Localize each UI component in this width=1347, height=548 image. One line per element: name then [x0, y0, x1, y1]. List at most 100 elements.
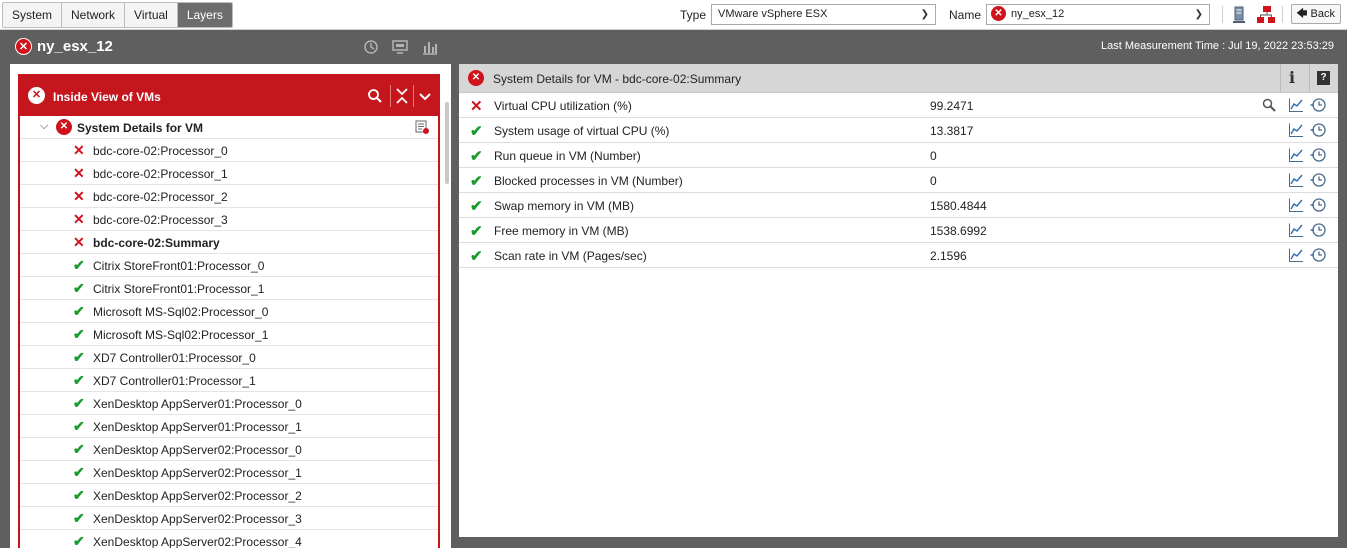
search-icon[interactable]: [366, 87, 384, 105]
metric-value: 1580.4844: [930, 199, 987, 213]
details-header: ✕ System Details for VM - bdc-core-02:Su…: [459, 64, 1338, 93]
ok-check-icon: ✔: [73, 349, 85, 365]
critical-status-icon: ✕: [15, 38, 32, 55]
divider: [413, 85, 414, 107]
divider: [390, 85, 391, 107]
list-item-label: XenDesktop AppServer02:Processor_0: [93, 443, 302, 457]
line-graph-icon[interactable]: [1288, 172, 1304, 188]
critical-status-icon: ✕: [468, 70, 484, 86]
right-gutter: [1339, 64, 1347, 537]
metric-name: System usage of virtual CPU (%): [494, 124, 670, 138]
search-icon[interactable]: [1261, 97, 1277, 113]
divider: [1222, 6, 1223, 23]
help-icon[interactable]: ?: [1317, 71, 1330, 85]
ok-check-icon: ✔: [73, 533, 85, 548]
history-icon[interactable]: [1310, 97, 1326, 113]
metric-value: 0: [930, 149, 937, 163]
ok-check-icon: ✔: [73, 326, 85, 342]
left-scrollbar[interactable]: [445, 102, 449, 184]
list-item[interactable]: ✕ bdc-core-02:Processor_3: [20, 208, 438, 231]
view-tabs: System Network Virtual Layers: [2, 2, 233, 28]
collapse-expand-icon[interactable]: [393, 87, 411, 105]
type-select[interactable]: VMware vSphere ESX ❯: [711, 4, 936, 25]
list-item[interactable]: ✔ XenDesktop AppServer02:Processor_2: [20, 484, 438, 507]
topology-icon[interactable]: [1256, 5, 1276, 25]
list-item-label: XenDesktop AppServer02:Processor_4: [93, 535, 302, 548]
last-measurement-time: Last Measurement Time : Jul 19, 2022 23:…: [1101, 40, 1334, 52]
list-item-label: Microsoft MS-Sql02:Processor_0: [93, 305, 269, 319]
list-item[interactable]: ✔ Microsoft MS-Sql02:Processor_1: [20, 323, 438, 346]
list-item-label: XenDesktop AppServer02:Processor_1: [93, 466, 302, 480]
tree-group-system-details[interactable]: ⌵ ✕ System Details for VM: [20, 116, 438, 139]
chevron-down-icon[interactable]: ⌵: [40, 120, 48, 133]
chevron-down-icon: ❯: [1194, 9, 1203, 20]
back-button-label: Back: [1310, 8, 1335, 20]
history-icon[interactable]: [1310, 147, 1326, 163]
list-item[interactable]: ✕ bdc-core-02:Processor_1: [20, 162, 438, 185]
list-item-label: XenDesktop AppServer01:Processor_1: [93, 420, 302, 434]
list-item-label: bdc-core-02:Processor_3: [93, 213, 228, 227]
list-item[interactable]: ✔ Microsoft MS-Sql02:Processor_0: [20, 300, 438, 323]
list-item[interactable]: ✔ Citrix StoreFront01:Processor_1: [20, 277, 438, 300]
list-item[interactable]: ✕ bdc-core-02:Processor_2: [20, 185, 438, 208]
tab-system[interactable]: System: [3, 3, 63, 27]
ok-check-icon: ✔: [73, 464, 85, 480]
divider: [1282, 6, 1283, 23]
history-icon[interactable]: [1310, 197, 1326, 213]
ok-check-icon: ✔: [73, 510, 85, 526]
list-item[interactable]: ✕ bdc-core-02:Processor_0: [20, 139, 438, 162]
list-item[interactable]: ✔ XenDesktop AppServer01:Processor_1: [20, 415, 438, 438]
alarm-icon[interactable]: [362, 38, 380, 56]
server-icon[interactable]: [1229, 5, 1249, 25]
list-item[interactable]: ✔ XD7 Controller01:Processor_1: [20, 369, 438, 392]
tab-network[interactable]: Network: [62, 3, 126, 27]
divider: [1309, 64, 1310, 93]
list-item-label: XenDesktop AppServer02:Processor_3: [93, 512, 302, 526]
ok-check-icon: ✔: [470, 173, 483, 190]
history-icon[interactable]: [1310, 172, 1326, 188]
name-select[interactable]: ✕ ny_esx_12 ❯: [986, 4, 1210, 25]
ok-check-icon: ✔: [470, 198, 483, 215]
list-item-label: Citrix StoreFront01:Processor_0: [93, 259, 265, 273]
history-icon[interactable]: [1310, 122, 1326, 138]
back-button[interactable]: 🡄 Back: [1291, 4, 1341, 24]
list-item-label: XenDesktop AppServer02:Processor_2: [93, 489, 302, 503]
metric-row: ✔ Blocked processes in VM (Number) 0: [459, 168, 1338, 193]
metric-row: ✔ Free memory in VM (MB) 1538.6992: [459, 218, 1338, 243]
list-item[interactable]: ✔ XenDesktop AppServer02:Processor_1: [20, 461, 438, 484]
critical-x-icon: ✕: [73, 234, 85, 250]
list-item[interactable]: ✔ XenDesktop AppServer01:Processor_0: [20, 392, 438, 415]
history-icon[interactable]: [1310, 222, 1326, 238]
details-panel: ✕ System Details for VM - bdc-core-02:Su…: [459, 64, 1338, 537]
ok-check-icon: ✔: [73, 257, 85, 273]
bar-chart-icon[interactable]: [421, 38, 439, 56]
edit-list-icon[interactable]: [414, 119, 430, 135]
metric-value: 99.2471: [930, 99, 974, 113]
list-item[interactable]: ✔ XenDesktop AppServer02:Processor_3: [20, 507, 438, 530]
type-label: Type: [680, 8, 707, 22]
line-graph-icon[interactable]: [1288, 197, 1304, 213]
line-graph-icon[interactable]: [1288, 222, 1304, 238]
line-graph-icon[interactable]: [1288, 97, 1304, 113]
chevron-down-icon: ❯: [920, 9, 929, 20]
list-item[interactable]: ✔ Citrix StoreFront01:Processor_0: [20, 254, 438, 277]
tab-virtual[interactable]: Virtual: [125, 3, 178, 27]
name-label: Name: [949, 8, 982, 22]
line-graph-icon[interactable]: [1288, 122, 1304, 138]
list-item[interactable]: ✔ XenDesktop AppServer02:Processor_4: [20, 530, 438, 548]
history-icon[interactable]: [1310, 247, 1326, 263]
metric-row: ✔ Run queue in VM (Number) 0: [459, 143, 1338, 168]
monitor-icon[interactable]: [391, 38, 409, 56]
info-icon[interactable]: i: [1289, 68, 1295, 87]
details-title: System Details for VM - bdc-core-02:Summ…: [493, 72, 742, 86]
metric-list: ✕ Virtual CPU utilization (%) 99.2471 ✔ Syst…: [459, 93, 1338, 268]
line-graph-icon[interactable]: [1288, 147, 1304, 163]
list-item[interactable]: ✔ XD7 Controller01:Processor_0: [20, 346, 438, 369]
line-graph-icon[interactable]: [1288, 247, 1304, 263]
list-item[interactable]: ✔ XenDesktop AppServer02:Processor_0: [20, 438, 438, 461]
metric-name: Swap memory in VM (MB): [494, 199, 635, 213]
chevron-down-icon[interactable]: [416, 87, 434, 105]
list-item[interactable]: ✕ bdc-core-02:Summary: [20, 231, 438, 254]
list-item-label: XD7 Controller01:Processor_1: [93, 374, 256, 388]
tab-layers[interactable]: Layers: [177, 3, 232, 27]
